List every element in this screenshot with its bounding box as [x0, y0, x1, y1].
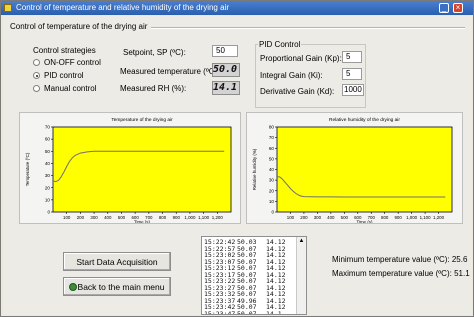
y-axis-label: Temperature (ºC): [25, 152, 30, 186]
y-tick-label: 50: [269, 156, 275, 161]
x-tick-label: 1,000: [406, 215, 418, 220]
data-log-list[interactable]: ▲ 15:22:42 50.03 14.12 15:22:57 50.07 14.12 15…: [201, 236, 307, 315]
y-tick-label: 80: [269, 125, 275, 130]
y-tick-label: 30: [45, 173, 51, 178]
x-tick-label: 500: [341, 215, 349, 220]
radio-onoff-label[interactable]: ON-OFF control: [44, 58, 101, 67]
kd-label: Derivative Gain (Kd):: [260, 87, 335, 96]
y-tick-label: 40: [269, 167, 275, 172]
humidity-chart: Relative humidity of the drying air 0 10 20…: [252, 117, 453, 225]
x-tick-label: 1,000: [184, 215, 196, 220]
y-tick-label: 0: [47, 210, 50, 215]
x-tick-label: 400: [104, 215, 112, 220]
back-to-menu-button[interactable]: Back to the main menu: [63, 277, 171, 296]
back-arrow-icon: [69, 283, 77, 291]
pid-group-label: PID Control: [258, 40, 302, 49]
y-tick-label: 40: [45, 161, 51, 166]
radio-manual-label[interactable]: Manual control: [44, 84, 96, 93]
min-temp-value: 25.6: [451, 255, 468, 264]
y-axis-label: Relative humidity (%): [252, 148, 257, 190]
x-tick-label: 100: [287, 215, 295, 220]
y-tick-label: 60: [45, 137, 51, 142]
main-panel: Control of temperature of the drying air…: [3, 16, 472, 315]
start-acquisition-button[interactable]: Start Data Acquisition: [63, 252, 171, 271]
radio-onoff[interactable]: [33, 59, 40, 66]
log-cell-time: 15:23:47: [204, 309, 236, 315]
radio-manual[interactable]: [33, 85, 40, 92]
x-tick-label: 100: [63, 215, 71, 220]
x-tick-label: 900: [173, 215, 181, 220]
radio-pid-label[interactable]: PID control: [44, 71, 84, 80]
x-tick-label: 1,100: [198, 215, 210, 220]
measured-temp-display: 50.0: [212, 63, 240, 77]
log-cell-rh: 14.1: [266, 309, 282, 315]
window-title: Control of temperature and relative humi…: [16, 3, 229, 12]
section-title: Control of temperature of the drying air: [10, 22, 148, 31]
kd-input[interactable]: 1000: [342, 84, 364, 96]
setpoint-label: Setpoint, SP (ºC):: [123, 48, 186, 57]
app-icon: [4, 4, 12, 12]
y-tick-label: 50: [45, 149, 51, 154]
log-row[interactable]: 15:23:47 50.07 14.1: [204, 309, 296, 315]
x-tick-label: 1,200: [212, 215, 224, 220]
max-temp-readout: Maximum temperature value (ºC): 51.1: [332, 269, 470, 278]
max-temp-value: 51.1: [454, 269, 470, 278]
temperature-chart-panel: Temperature of the drying air 0 10 20 30 40 50…: [19, 112, 241, 225]
y-tick-label: 0: [271, 210, 274, 215]
scroll-up-icon[interactable]: ▲: [298, 238, 305, 245]
measured-rh-label: Measured RH (%):: [120, 84, 187, 93]
section-divider: [151, 27, 465, 29]
x-tick-label: 1,200: [433, 215, 445, 220]
x-tick-label: 500: [118, 215, 126, 220]
radio-pid[interactable]: [33, 72, 40, 79]
min-temp-readout: Minimum temperature value (ºC): 25.6: [332, 255, 467, 264]
x-tick-label: 300: [314, 215, 322, 220]
x-tick-label: 300: [90, 215, 98, 220]
chart-title: Temperature of the drying air: [111, 117, 173, 123]
title-bar: Control of temperature and relative humi…: [1, 1, 473, 15]
x-axis-label: Time (s): [134, 220, 150, 224]
strategies-label: Control strategies: [33, 46, 96, 55]
kp-input[interactable]: 5: [342, 51, 362, 63]
x-tick-label: 400: [327, 215, 335, 220]
measured-rh-display: 14.1: [212, 81, 240, 95]
close-icon[interactable]: ×: [453, 3, 463, 13]
measured-temp-label: Measured temperature (ºC):: [120, 67, 220, 76]
setpoint-input[interactable]: 50: [212, 45, 238, 57]
humidity-chart-panel: Relative humidity of the drying air 0 10 20…: [246, 112, 463, 225]
kp-label: Proportional Gain (Kp):: [260, 54, 342, 63]
ki-input[interactable]: 5: [342, 68, 362, 80]
log-scrollbar[interactable]: ▲: [296, 237, 306, 314]
x-tick-label: 800: [159, 215, 167, 220]
temperature-chart: Temperature of the drying air 0 10 20 30 40 50…: [25, 117, 232, 225]
plot-area: [52, 126, 232, 213]
x-tick-label: 1,100: [420, 215, 432, 220]
chart-title: Relative humidity of the drying air: [329, 117, 400, 123]
y-tick-label: 70: [269, 135, 275, 140]
back-button-label: Back to the main menu: [77, 282, 165, 292]
min-temp-label: Minimum temperature value (ºC):: [332, 255, 450, 264]
y-tick-label: 10: [45, 197, 51, 202]
y-tick-label: 70: [45, 125, 51, 130]
application-window: Control of temperature and relative humi…: [0, 0, 474, 317]
y-tick-label: 20: [269, 188, 275, 193]
x-tick-label: 900: [394, 215, 402, 220]
x-tick-label: 800: [381, 215, 389, 220]
y-tick-label: 30: [269, 178, 275, 183]
log-cell-temp: 50.07: [237, 309, 257, 315]
x-tick-label: 200: [300, 215, 308, 220]
x-axis-label: Time (s): [357, 220, 373, 224]
minimize-icon[interactable]: _: [439, 3, 449, 13]
plot-area: [276, 126, 453, 213]
max-temp-label: Maximum temperature value (ºC):: [332, 269, 452, 278]
y-tick-label: 10: [269, 199, 275, 204]
ki-label: Integral Gain (Ki):: [260, 71, 323, 80]
y-tick-label: 20: [45, 185, 51, 190]
y-tick-label: 60: [269, 146, 275, 151]
x-tick-label: 200: [77, 215, 85, 220]
